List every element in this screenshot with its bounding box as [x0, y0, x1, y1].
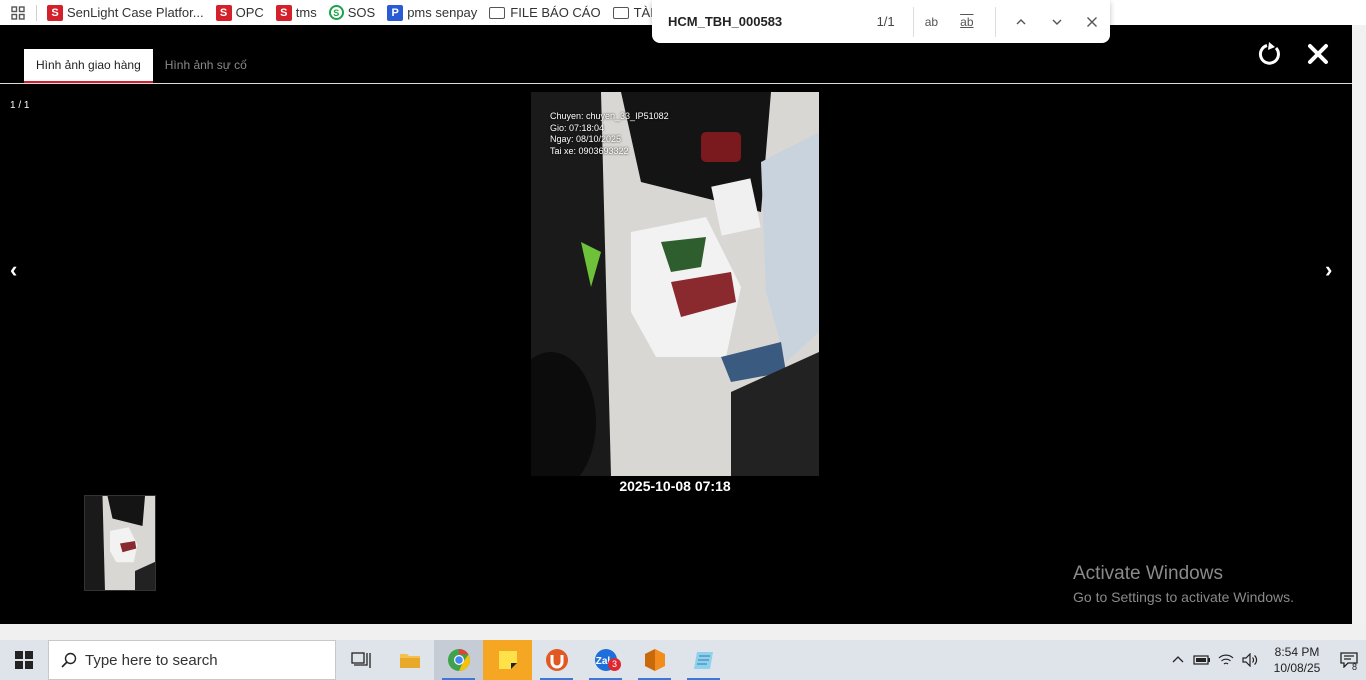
thumbnail-scene — [85, 496, 155, 590]
start-button[interactable] — [0, 640, 48, 680]
senlight-icon: S — [47, 4, 63, 21]
rotate-button[interactable] — [1255, 39, 1285, 69]
ultraviewer-icon — [545, 649, 568, 671]
photo-caption: 2025-10-08 07:18 — [619, 478, 731, 494]
previous-match-button[interactable] — [1004, 7, 1039, 37]
chrome-button[interactable] — [434, 640, 483, 680]
bookmark-opc[interactable]: S OPC — [215, 4, 264, 21]
clock-time: 8:54 PM — [1274, 645, 1320, 659]
chevron-up-icon — [1172, 656, 1184, 663]
photo-thumbnail[interactable] — [84, 495, 156, 591]
close-icon — [1308, 44, 1328, 64]
file-explorer-button[interactable] — [385, 640, 434, 680]
rotate-icon — [1258, 42, 1280, 65]
bookmark-tms[interactable]: S tms — [275, 4, 317, 21]
photo-overlay-driver: Tai xe: 0903693322 — [550, 145, 629, 156]
ultraviewer-button[interactable] — [532, 640, 581, 680]
zalo-badge: 3 — [608, 658, 621, 671]
sticky-note-icon — [498, 651, 517, 669]
task-view-icon — [350, 652, 371, 668]
activate-windows-watermark: Activate Windows Go to Settings to activ… — [1073, 563, 1294, 605]
windows-logo-icon — [15, 651, 33, 669]
photo-overlay-trip: Chuyen: chuyen_33_IP51082 — [550, 111, 669, 121]
notification-count: 8 — [1352, 662, 1358, 672]
bookmark-label: tms — [295, 5, 317, 20]
chrome-icon — [447, 649, 470, 671]
orange-app-button[interactable] — [630, 640, 679, 680]
bookmark-label: SOS — [347, 5, 376, 20]
next-match-button[interactable] — [1039, 7, 1074, 37]
senlight-icon: S — [275, 4, 292, 21]
wifi-button[interactable] — [1214, 640, 1238, 680]
volume-button[interactable] — [1238, 640, 1262, 680]
tab-delivery-images[interactable]: Hình ảnh giao hàng — [24, 49, 153, 83]
task-view-button[interactable] — [336, 640, 385, 680]
find-input[interactable] — [668, 14, 856, 29]
action-center-button[interactable]: 8 — [1332, 640, 1366, 680]
previous-image-button[interactable]: ‹ — [10, 257, 17, 283]
whole-word-label: ab — [960, 14, 974, 29]
windows-taskbar: Type here to search Zalo 3 8:54 PM 10/08… — [0, 640, 1366, 680]
bookmark-sos[interactable]: S SOS — [328, 5, 376, 20]
match-case-label: ab — [924, 14, 939, 29]
page-scrollbar[interactable] — [1352, 25, 1366, 624]
search-icon — [61, 652, 77, 668]
chevron-down-icon — [1052, 19, 1062, 25]
wifi-icon — [1218, 654, 1234, 665]
taskbar-clock[interactable]: 8:54 PM 10/08/25 — [1262, 644, 1332, 676]
folder-icon — [399, 654, 420, 668]
photo-overlay-text: Chuyen: chuyen_33_IP51082 Gio: 07:18:04 … — [550, 111, 669, 157]
sos-icon: S — [328, 5, 344, 20]
battery-icon — [1193, 655, 1210, 665]
senlight-icon: S — [215, 4, 232, 21]
bookmark-file-bao-cao[interactable]: FILE BÁO CÁO — [489, 5, 601, 20]
close-find-button[interactable] — [1075, 7, 1110, 37]
bookmark-label: SenLight Case Platfor... — [67, 5, 204, 20]
search-placeholder: Type here to search — [85, 651, 218, 669]
chevron-up-icon — [1016, 18, 1026, 24]
tab-incident-images[interactable]: Hình ảnh sự cố — [153, 49, 259, 83]
page-background-strip — [0, 624, 1366, 640]
apps-grid-icon[interactable] — [0, 0, 36, 25]
find-bar: 1/1 ab ab — [652, 0, 1110, 43]
find-match-count: 1/1 — [876, 14, 895, 29]
p-icon: P — [387, 4, 404, 21]
bookmark-separator — [36, 4, 37, 21]
whole-word-button[interactable]: ab — [949, 7, 984, 37]
viewer-tabs: Hình ảnh giao hàng Hình ảnh sự cố — [24, 49, 259, 83]
folder-icon — [489, 6, 506, 19]
bookmark-pms-senpay[interactable]: P pms senpay — [387, 4, 478, 21]
folder-icon — [612, 6, 629, 19]
zalo-button[interactable]: Zalo 3 — [581, 640, 630, 680]
bookmark-label: pms senpay — [407, 5, 478, 20]
bookmark-label: OPC — [235, 5, 264, 20]
notepad-button[interactable] — [679, 640, 728, 680]
image-viewer-modal: Hình ảnh giao hàng Hình ảnh sự cố 1 / 1 … — [0, 25, 1352, 624]
orange-app-icon — [644, 649, 665, 671]
sticky-notes-button[interactable] — [483, 640, 532, 680]
show-hidden-icons-button[interactable] — [1166, 640, 1190, 680]
bookmark-senlight[interactable]: S SenLight Case Platfor... — [47, 4, 204, 21]
speaker-icon — [1242, 653, 1258, 667]
close-icon — [1087, 16, 1098, 27]
close-viewer-button[interactable] — [1303, 39, 1333, 69]
battery-button[interactable] — [1190, 640, 1214, 680]
next-image-button[interactable]: › — [1325, 257, 1332, 283]
system-tray: 8:54 PM 10/08/25 8 — [1166, 640, 1366, 680]
photo-overlay-time: Gio: 07:18:04 — [550, 122, 605, 133]
watermark-title: Activate Windows — [1073, 563, 1223, 584]
photo-overlay-date: Ngay: 08/10/2025 — [550, 134, 622, 144]
watermark-subtitle: Go to Settings to activate Windows. — [1073, 589, 1294, 605]
match-case-button[interactable]: ab — [914, 7, 949, 37]
taskbar-search[interactable]: Type here to search — [48, 640, 336, 680]
delivery-photo: Chuyen: chuyen_33_IP51082 Gio: 07:18:04 … — [531, 92, 819, 476]
tabs-divider — [0, 83, 1352, 84]
clock-date: 10/08/25 — [1273, 661, 1321, 675]
find-separator — [994, 6, 996, 37]
bookmark-label: FILE BÁO CÁO — [510, 5, 601, 20]
image-counter: 1 / 1 — [10, 100, 30, 111]
notepad-icon — [693, 652, 713, 669]
